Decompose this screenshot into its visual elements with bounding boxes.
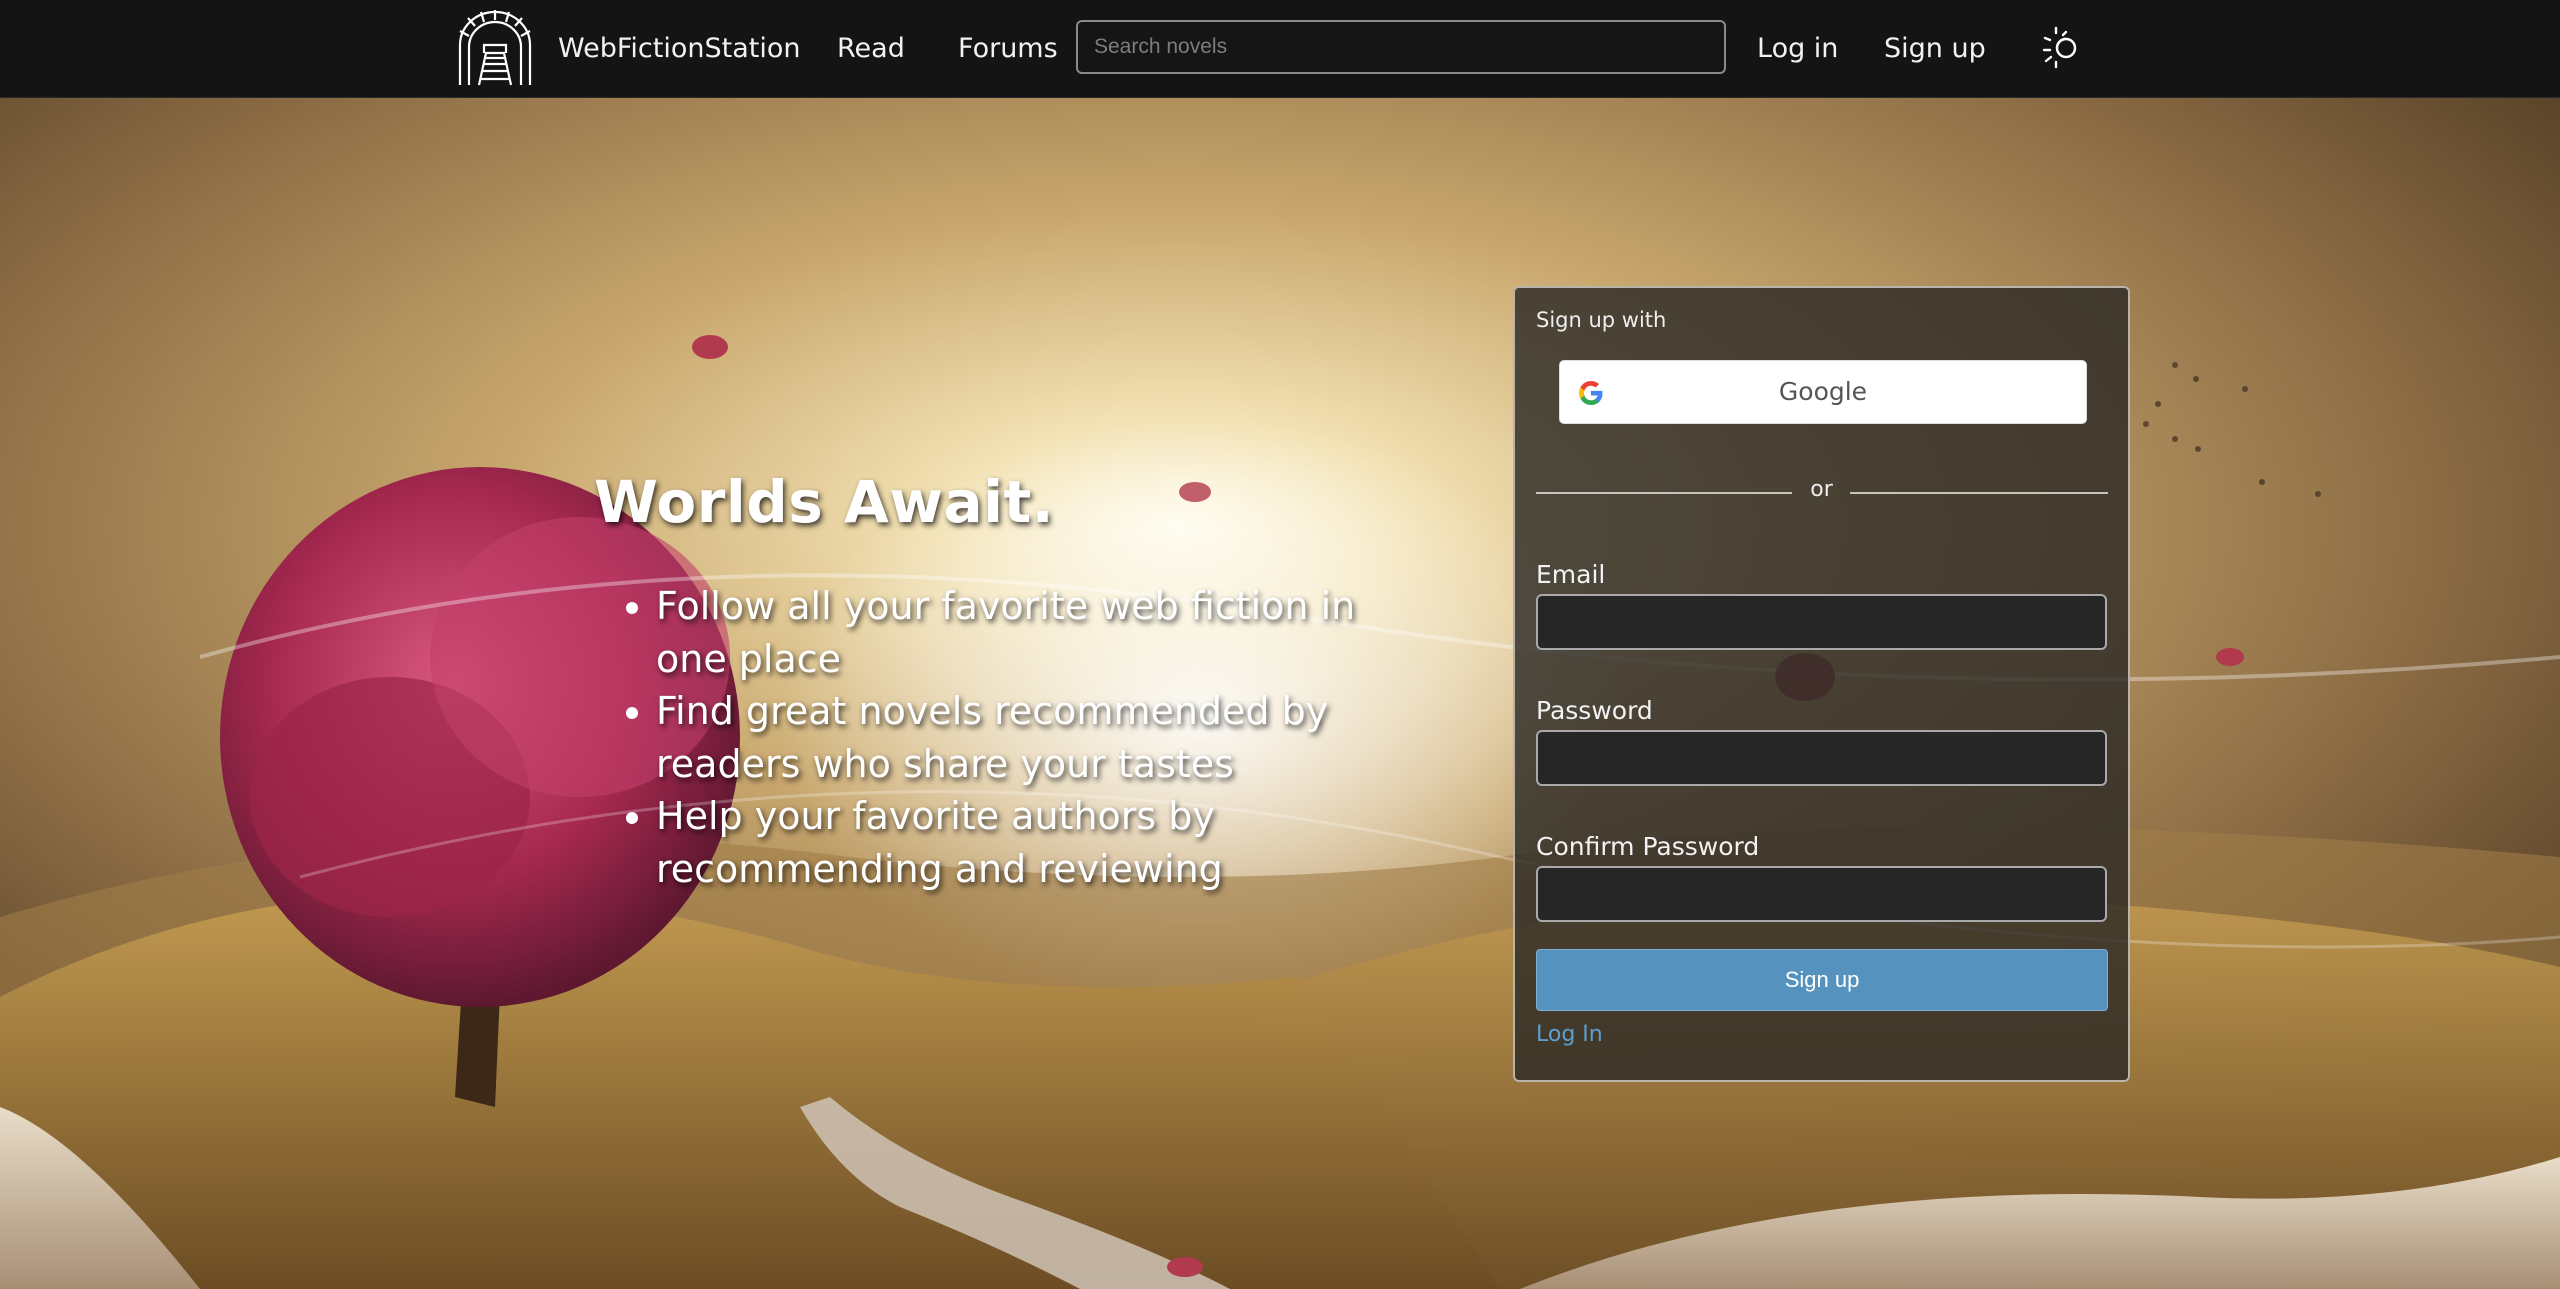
hero-section: Worlds Await. Follow all your favorite w… [0, 97, 2560, 1289]
divider-or-text: or [1810, 477, 1833, 502]
email-label: Email [1536, 560, 1606, 589]
feature-item: Follow all your favorite web fiction in … [656, 580, 1416, 685]
confirm-password-label: Confirm Password [1536, 832, 1760, 861]
hero-headline: Worlds Await. [594, 468, 1055, 536]
site-logo-icon[interactable] [456, 9, 534, 87]
email-field[interactable] [1536, 594, 2107, 650]
brand-link[interactable]: WebFictionStation [558, 0, 801, 97]
top-navbar: WebFictionStation Read Forums Log in Sig… [0, 0, 2560, 98]
confirm-password-field[interactable] [1536, 866, 2107, 922]
signup-card: Sign up with Google or Email Password Co… [1513, 286, 2130, 1082]
feature-item: Find great novels recommended by readers… [656, 685, 1416, 790]
password-label: Password [1536, 696, 1653, 725]
nav-signup-link[interactable]: Sign up [1884, 0, 1986, 97]
nav-read-link[interactable]: Read [837, 0, 905, 97]
login-link[interactable]: Log In [1536, 1022, 1603, 1047]
signup-with-heading: Sign up with [1536, 308, 1667, 332]
google-button-label: Google [1778, 377, 1868, 406]
nav-forums-link[interactable]: Forums [958, 0, 1058, 97]
search-input[interactable] [1076, 20, 1726, 74]
google-signup-button[interactable]: Google [1559, 360, 2087, 424]
theme-toggle-icon[interactable] [2042, 26, 2086, 70]
feature-item: Help your favorite authors by recommendi… [656, 790, 1416, 895]
nav-login-link[interactable]: Log in [1757, 0, 1838, 97]
feature-list: Follow all your favorite web fiction in … [594, 580, 1416, 895]
signup-submit-button[interactable]: Sign up [1536, 949, 2108, 1011]
password-field[interactable] [1536, 730, 2107, 786]
